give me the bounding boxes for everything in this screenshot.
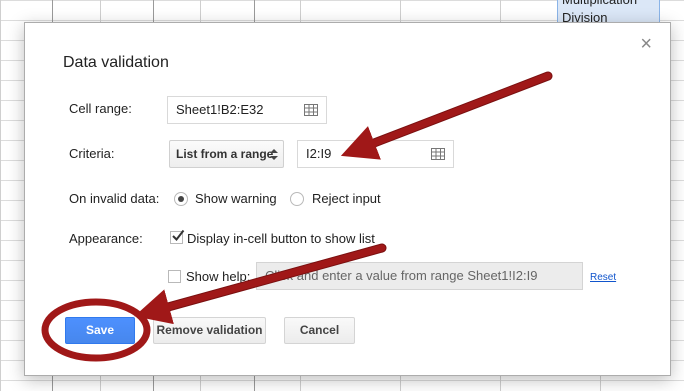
help-text-placeholder: Click and enter a value from range Sheet…	[265, 268, 538, 283]
checkmark-icon	[172, 229, 185, 242]
data-validation-dialog: Data validation × Cell range: Sheet1!B2:…	[24, 22, 671, 376]
cell-range-value: Sheet1!B2:E32	[176, 102, 264, 117]
grid-icon[interactable]	[304, 104, 318, 116]
reset-link[interactable]: Reset	[590, 272, 616, 283]
cancel-button[interactable]: Cancel	[284, 317, 355, 344]
cell-range-label: Cell range:	[69, 101, 132, 116]
show-warning-label[interactable]: Show warning	[195, 191, 277, 206]
checkbox-icon[interactable]	[170, 229, 185, 244]
list-cell: Multiplication	[558, 0, 659, 9]
checkbox-icon[interactable]	[168, 270, 181, 283]
save-button[interactable]: Save	[65, 317, 135, 344]
updown-arrow-icon	[270, 149, 278, 160]
grid-icon[interactable]	[431, 148, 445, 160]
radio-icon[interactable]	[174, 192, 188, 206]
cell-range-input[interactable]: Sheet1!B2:E32	[167, 96, 327, 124]
criteria-range-input[interactable]: I2:I9	[297, 140, 454, 168]
radio-icon[interactable]	[290, 192, 304, 206]
display-button-label[interactable]: Display in-cell button to show list	[187, 231, 375, 246]
criteria-type-value: List from a range	[176, 147, 274, 161]
radio-selected-dot	[178, 196, 184, 202]
dialog-title: Data validation	[63, 54, 169, 71]
remove-validation-button[interactable]: Remove validation	[153, 317, 266, 344]
appearance-label: Appearance:	[69, 231, 143, 246]
help-text-input[interactable]: Click and enter a value from range Sheet…	[256, 262, 583, 290]
criteria-label: Criteria:	[69, 146, 115, 161]
on-invalid-label: On invalid data:	[69, 191, 160, 206]
reject-input-label[interactable]: Reject input	[312, 191, 381, 206]
criteria-type-select[interactable]: List from a range	[169, 140, 284, 168]
criteria-range-value: I2:I9	[306, 146, 332, 161]
close-icon[interactable]: ×	[640, 34, 652, 54]
show-help-label[interactable]: Show help:	[186, 269, 250, 284]
